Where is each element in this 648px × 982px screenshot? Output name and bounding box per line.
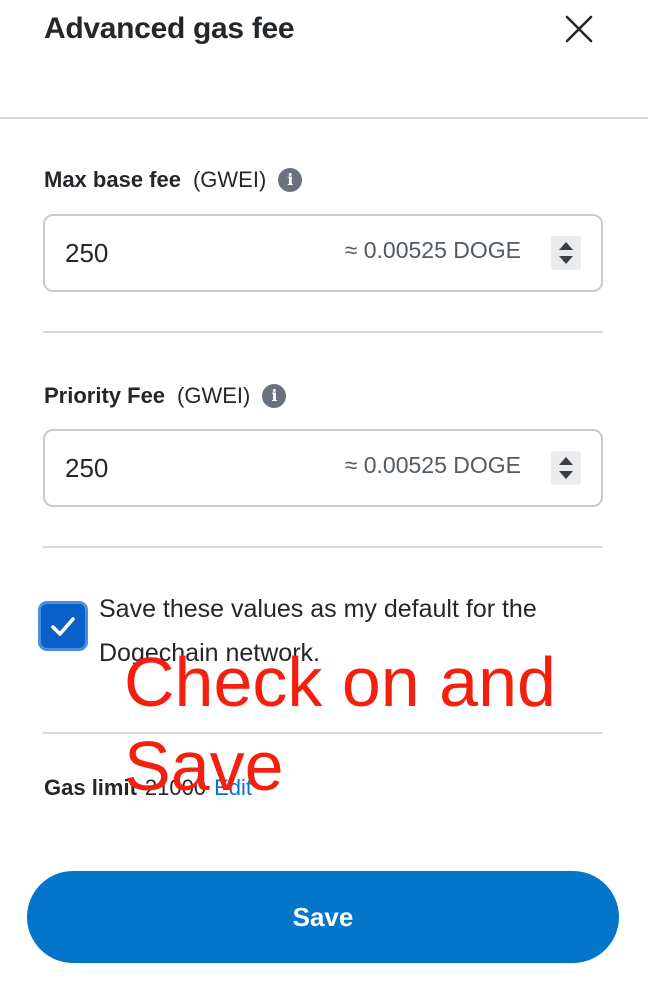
priority-fee-input[interactable]: 250 ≈ 0.00525 DOGE (43, 429, 603, 507)
priority-fee-stepper[interactable] (551, 451, 581, 485)
max-base-fee-stepper[interactable] (551, 236, 581, 270)
max-base-fee-conversion: ≈ 0.00525 DOGE (344, 237, 521, 263)
stepper-down-icon[interactable] (559, 256, 573, 264)
priority-fee-conversion: ≈ 0.00525 DOGE (344, 452, 521, 478)
section-divider (43, 732, 603, 734)
close-button[interactable] (562, 12, 596, 46)
max-base-fee-label-row: Max base fee (GWEI) i (44, 167, 303, 193)
gas-limit-value: 21000 (144, 775, 207, 800)
priority-fee-label: Priority Fee (44, 383, 166, 408)
dialog-title: Advanced gas fee (44, 12, 295, 45)
max-base-fee-input[interactable]: 250 ≈ 0.00525 DOGE (43, 214, 603, 292)
save-default-label[interactable]: Save these values as my default for the … (99, 587, 579, 675)
priority-fee-label-row: Priority Fee (GWEI) i (44, 383, 287, 409)
priority-fee-value[interactable]: 250 (65, 453, 108, 484)
stepper-down-icon[interactable] (559, 471, 573, 479)
stepper-up-icon[interactable] (559, 457, 573, 465)
header-divider (0, 117, 648, 119)
gas-limit-label: Gas limit (44, 775, 137, 800)
max-base-fee-unit: (GWEI) (192, 167, 267, 192)
section-divider (43, 331, 603, 333)
info-icon[interactable]: i (262, 384, 287, 408)
save-button[interactable]: Save (27, 871, 619, 963)
stepper-up-icon[interactable] (559, 242, 573, 250)
max-base-fee-label: Max base fee (44, 167, 181, 192)
checkmark-icon (51, 617, 75, 636)
close-icon (565, 15, 593, 43)
gas-limit-edit-link[interactable]: Edit (214, 775, 252, 801)
info-icon[interactable]: i (278, 168, 303, 192)
max-base-fee-value[interactable]: 250 (65, 238, 108, 269)
priority-fee-unit: (GWEI) (177, 383, 251, 408)
gas-limit-row: Gas limit 21000 Edit (44, 775, 252, 801)
save-default-checkbox[interactable] (38, 601, 88, 651)
section-divider (43, 546, 603, 548)
